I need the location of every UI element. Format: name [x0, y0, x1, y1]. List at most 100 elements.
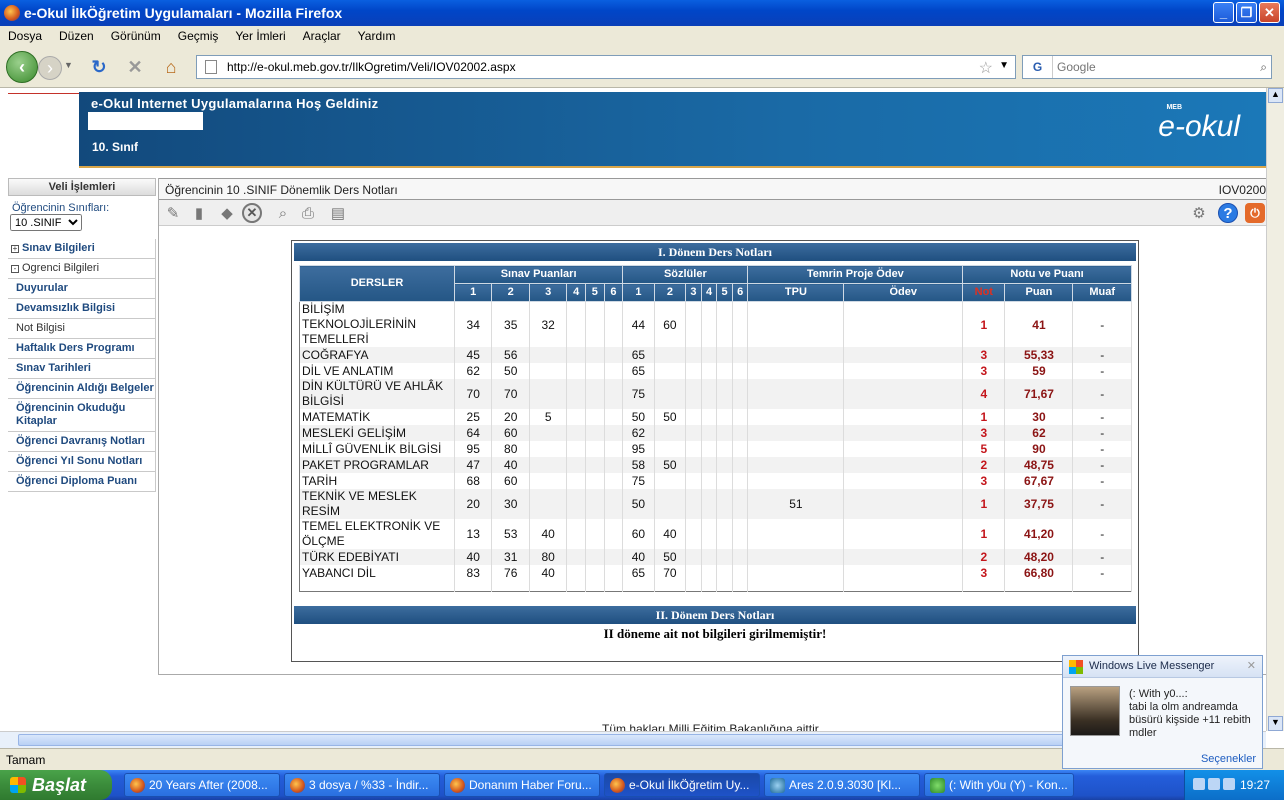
stop-icon[interactable]: ✕: [124, 56, 146, 78]
taskbar-item[interactable]: 20 Years After (2008...: [124, 773, 280, 797]
vertical-scrollbar[interactable]: ▲ ▼: [1266, 88, 1284, 731]
search-box[interactable]: G ⌕: [1022, 55, 1272, 79]
edit-icon[interactable]: ✎: [163, 203, 183, 223]
muaf-value: -: [1072, 473, 1132, 489]
oral-col-header: 6: [731, 283, 749, 302]
tools-icon[interactable]: ⚙: [1189, 203, 1209, 223]
menu-view[interactable]: Görünüm: [111, 29, 161, 43]
grade-not: 1: [962, 301, 1006, 347]
taskbar-item[interactable]: Donanım Haber Foru...: [444, 773, 600, 797]
scroll-up-icon[interactable]: ▲: [1268, 88, 1283, 103]
maximize-button[interactable]: ❐: [1236, 2, 1257, 23]
exam-score: [566, 565, 586, 581]
search-input[interactable]: [1057, 60, 1247, 74]
menu-history[interactable]: Geçmiş: [178, 29, 219, 43]
oral-score: 75: [622, 379, 655, 409]
menu-bookmarks[interactable]: Yer İmleri: [235, 29, 285, 43]
exam-score: 40: [529, 565, 568, 581]
minimize-button[interactable]: _: [1213, 2, 1234, 23]
menu-help[interactable]: Yardım: [358, 29, 396, 43]
sidebar-item-exam-dates[interactable]: Sınav Tarihleri: [8, 359, 156, 379]
search-icon[interactable]: ⌕: [1260, 60, 1267, 75]
tray-messenger-icon[interactable]: [1208, 778, 1220, 790]
close-icon[interactable]: ✕: [1247, 659, 1256, 672]
sidebar-item-attendance[interactable]: Devamsızlık Bilgisi: [8, 299, 156, 319]
page-content: e-Okul Internet Uygulamalarına Hoş Geldi…: [0, 88, 1266, 731]
sidebar-item-certificates[interactable]: Öğrencinin Aldığı Belgeler: [8, 379, 156, 399]
exam-col-header: 4: [566, 283, 586, 302]
close-button[interactable]: ✕: [1259, 2, 1280, 23]
sidebar-item-grades[interactable]: Not Bilgisi: [8, 319, 156, 339]
start-button[interactable]: Başlat: [0, 770, 112, 800]
sidebar-item-schedule[interactable]: Haftalık Ders Programı: [8, 339, 156, 359]
grade-not: 3: [962, 347, 1006, 363]
sidebar-item-diploma[interactable]: Öğrenci Diploma Puanı: [8, 472, 156, 492]
oral-score: [685, 457, 702, 473]
back-button[interactable]: ‹: [6, 51, 38, 83]
home-icon[interactable]: ⌂: [160, 56, 182, 78]
oral-col-header: 4: [700, 283, 718, 302]
exam-score: [566, 425, 586, 441]
cancel-icon[interactable]: ✕: [242, 203, 262, 223]
expand-icon[interactable]: +: [11, 245, 19, 253]
grade-puan: 71,67: [1004, 379, 1074, 409]
help-icon[interactable]: ?: [1218, 203, 1238, 223]
taskbar-item[interactable]: Ares 2.0.9.3030 [Kl...: [764, 773, 920, 797]
url-bar[interactable]: http://e-okul.meb.gov.tr/IlkOgretim/Veli…: [196, 55, 1016, 79]
class-select[interactable]: 10 .SINIF: [10, 214, 82, 231]
history-dropdown-icon[interactable]: ▼: [64, 60, 73, 70]
reload-icon[interactable]: ↻: [88, 56, 110, 78]
exit-icon[interactable]: ⏻: [1245, 203, 1265, 223]
messenger-options-link[interactable]: Seçenekler: [1201, 753, 1256, 765]
term1-title: I. Dönem Ders Notları: [294, 243, 1136, 261]
sidebar-item-announcements[interactable]: Duyurular: [8, 279, 156, 299]
url-dropdown-icon[interactable]: ▼: [999, 60, 1009, 71]
tpu-score: [747, 363, 845, 379]
grade-puan: 55,33: [1004, 347, 1074, 363]
print-icon[interactable]: ⎙: [298, 203, 318, 223]
muaf-header: Muaf: [1072, 283, 1132, 302]
subject-name: BİLİŞİM TEKNOLOJİLERİNİN TEMELLERİ: [299, 301, 455, 347]
sidebar-item-books[interactable]: Öğrencinin Okuduğu Kitaplar: [8, 399, 156, 432]
print-preview-icon[interactable]: ▤: [328, 203, 348, 223]
exam-score: [529, 379, 568, 409]
bookmark-star-icon[interactable]: ☆: [979, 58, 993, 78]
system-tray: 19:27: [1184, 770, 1284, 800]
messenger-notification[interactable]: Windows Live Messenger ✕ (: With y0...: …: [1062, 655, 1263, 769]
oral-score: 65: [622, 347, 655, 363]
oral-score: [732, 457, 749, 473]
exam-score: [604, 425, 624, 441]
oral-score: [716, 441, 733, 457]
exam-score: 32: [529, 301, 568, 347]
oral-score: 58: [622, 457, 655, 473]
tray-network-icon[interactable]: [1193, 778, 1205, 790]
menu-edit[interactable]: Düzen: [59, 29, 94, 43]
odev-score: [843, 457, 964, 473]
taskbar-item[interactable]: 3 dosya / %33 - İndir...: [284, 773, 440, 797]
taskbar-item[interactable]: (: With y0u (Y) - Kon...: [924, 773, 1074, 797]
oral-score: 60: [654, 301, 687, 347]
search-icon[interactable]: ⌕: [273, 203, 293, 223]
muaf-value: -: [1072, 379, 1132, 409]
scroll-down-icon[interactable]: ▼: [1268, 716, 1283, 731]
collapse-icon[interactable]: -: [11, 265, 19, 273]
sidebar-item-yearend[interactable]: Öğrenci Yıl Sonu Notları: [8, 452, 156, 472]
sidebar-header: Veli İşlemleri: [8, 178, 156, 196]
forward-button[interactable]: ›: [38, 56, 62, 80]
clear-icon[interactable]: ◆: [217, 203, 237, 223]
search-engine-icon[interactable]: G: [1023, 56, 1053, 78]
oral-score: 50: [622, 489, 655, 519]
menu-bar: Dosya Düzen Görünüm Geçmiş Yer İmleri Ar…: [0, 26, 1284, 46]
sidebar-item-behavior[interactable]: Öğrenci Davranış Notları: [8, 432, 156, 452]
taskbar-item-active[interactable]: e-Okul İlkÖğretim Uy...: [604, 773, 760, 797]
menu-file[interactable]: Dosya: [8, 29, 42, 43]
exam-score: [585, 441, 605, 457]
sidebar-section-exam-info[interactable]: + Sınav Bilgileri: [8, 239, 156, 259]
odev-score: [843, 519, 964, 549]
oral-score: [701, 489, 718, 519]
delete-icon[interactable]: ▮: [189, 203, 209, 223]
menu-tools[interactable]: Araçlar: [303, 29, 341, 43]
sidebar-section-student-info[interactable]: - Ogrenci Bilgileri: [8, 259, 156, 279]
tray-volume-icon[interactable]: [1223, 778, 1235, 790]
tpu-score: 51: [747, 489, 845, 519]
